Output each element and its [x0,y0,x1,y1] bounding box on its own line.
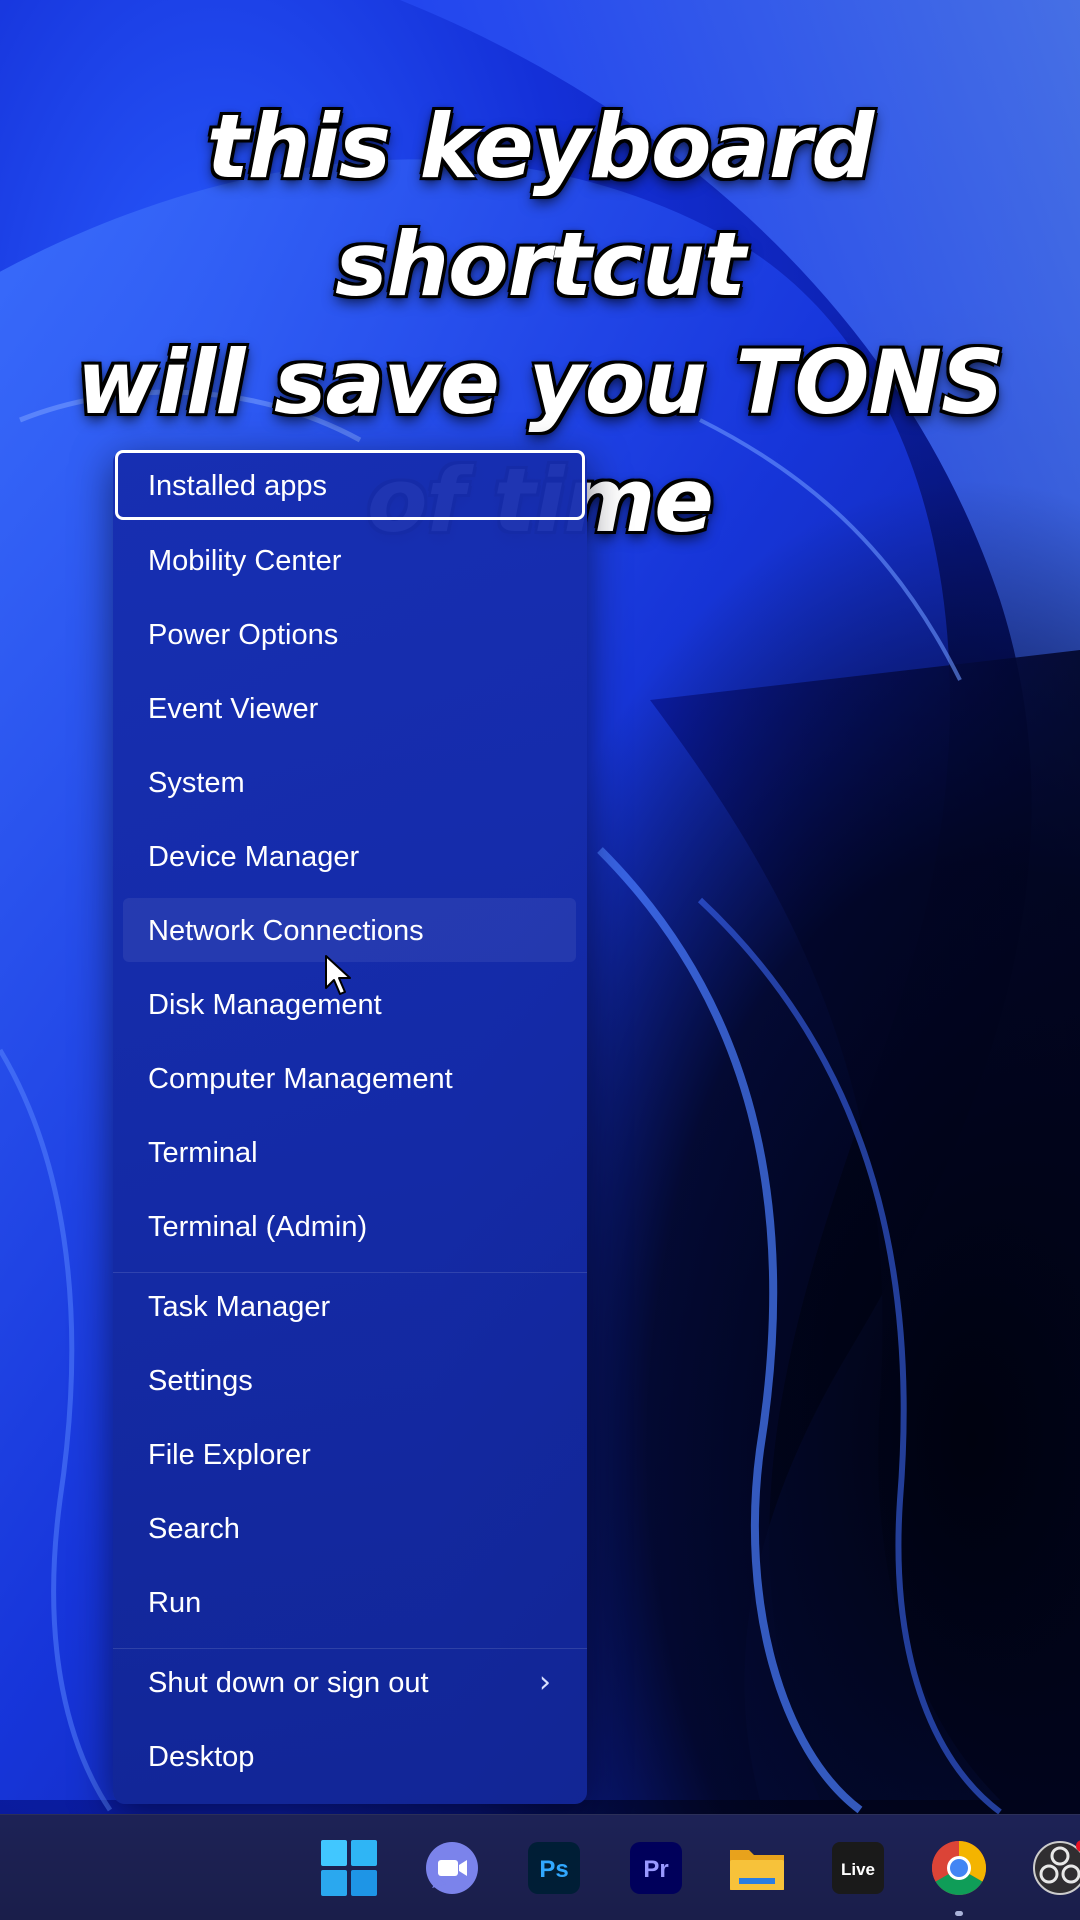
menu-item-mobility-center[interactable]: Mobility Center [113,524,587,598]
photoshop-icon[interactable]: Ps [524,1838,584,1898]
ableton-live-icon[interactable]: Live [828,1838,888,1898]
menu-item-label: File Explorer [148,1439,311,1471]
menu-item-event-viewer[interactable]: Event Viewer [113,672,587,746]
menu-item-settings[interactable]: Settings [113,1344,587,1418]
ableton-live-label: Live [841,1860,875,1879]
menu-item-label: Shut down or sign out [148,1667,429,1699]
menu-item-label: Terminal (Admin) [148,1211,368,1243]
menu-item-label: Task Manager [148,1291,331,1323]
menu-item-label: Terminal [148,1137,258,1169]
folder-icon[interactable] [727,1838,787,1898]
menu-item-label: Desktop [148,1741,255,1773]
menu-item-power-options[interactable]: Power Options [113,598,587,672]
menu-item-installed-apps[interactable]: Installed apps [115,450,585,520]
menu-item-device-manager[interactable]: Device Manager [113,820,587,894]
camera-chat-icon[interactable] [422,1838,482,1898]
quick-link-menu: Installed apps Mobility Center Power Opt… [113,450,587,1804]
menu-item-task-manager[interactable]: Task Manager [113,1270,587,1344]
menu-item-label: Network Connections [148,915,424,947]
menu-item-label: Mobility Center [148,545,342,577]
chrome-icon[interactable] [929,1838,989,1898]
desktop: this keyboard shortcut will save you TON… [0,0,1080,1920]
menu-item-label: System [148,767,245,799]
menu-item-label: Installed apps [148,470,327,502]
menu-item-file-explorer[interactable]: File Explorer [113,1418,587,1492]
menu-item-label: Computer Management [148,1063,453,1095]
menu-item-label: Settings [148,1365,253,1397]
taskbar: Ps Pr Live [0,1814,1080,1920]
premiere-label: Pr [643,1856,668,1883]
menu-item-run[interactable]: Run [113,1566,587,1640]
caption-line-2: will save you TONS [76,331,1005,434]
obs-icon[interactable] [1030,1838,1080,1898]
menu-item-label: Run [148,1587,202,1619]
menu-item-computer-management[interactable]: Computer Management [113,1042,587,1116]
running-indicator [955,1911,963,1916]
premiere-icon[interactable]: Pr [626,1838,686,1898]
mouse-cursor-icon [325,955,351,995]
menu-item-label: Search [148,1513,240,1545]
menu-item-label: Power Options [148,619,339,651]
caption-line-1: this keyboard shortcut [206,95,875,316]
menu-item-label: Event Viewer [148,693,319,725]
start-icon[interactable] [319,1838,379,1898]
menu-item-terminal-admin[interactable]: Terminal (Admin) [113,1190,587,1264]
menu-item-label: Device Manager [148,841,360,873]
menu-item-shut-down-or-sign-out[interactable]: Shut down or sign out › [113,1646,587,1720]
menu-item-system[interactable]: System [113,746,587,820]
menu-item-desktop[interactable]: Desktop [113,1720,587,1794]
menu-item-terminal[interactable]: Terminal [113,1116,587,1190]
menu-item-search[interactable]: Search [113,1492,587,1566]
photoshop-label: Ps [539,1856,568,1883]
chevron-right-icon: › [539,1665,551,1700]
